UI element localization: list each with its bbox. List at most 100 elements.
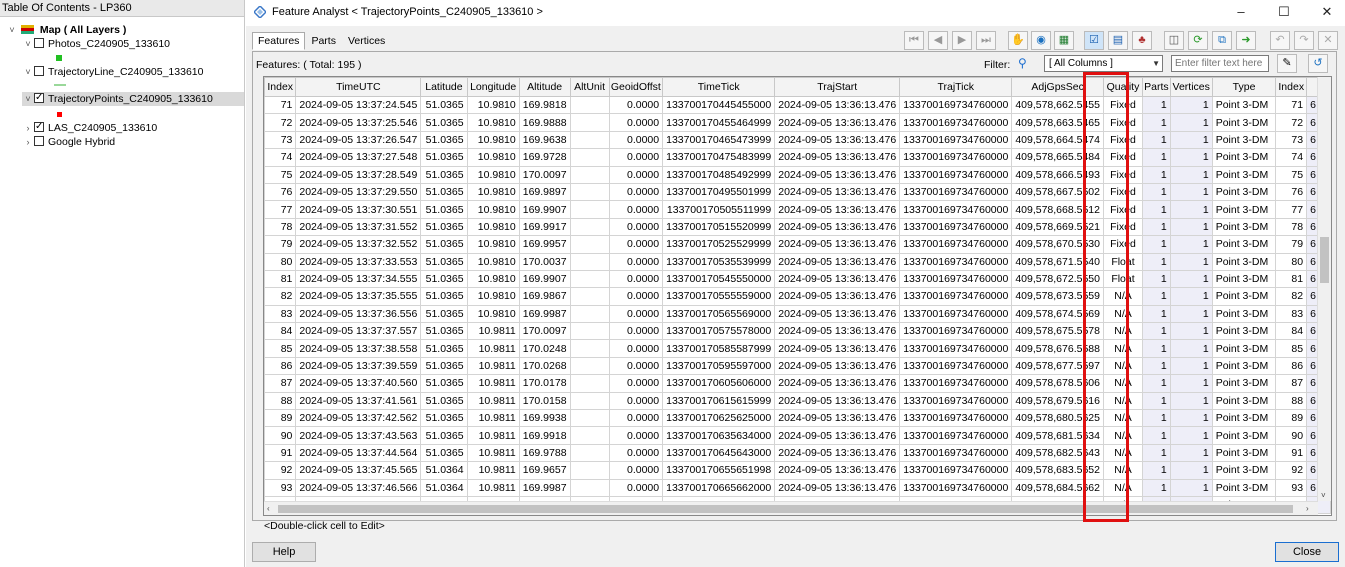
table-cell[interactable]: 2024-09-05 13:36:13.476 <box>774 356 901 376</box>
table-cell[interactable]: 51.0365 <box>420 304 468 324</box>
table-cell[interactable]: 51.0365 <box>420 426 468 445</box>
column-header[interactable]: TrajStart <box>774 77 901 97</box>
table-cell[interactable]: 1 <box>1169 461 1213 480</box>
table-cell[interactable]: 51.0365 <box>420 322 468 341</box>
table-cell[interactable]: 90 <box>1275 426 1308 445</box>
table-cell[interactable]: 409,578,678.5606 <box>1011 374 1104 393</box>
toc-layer-google-hybrid[interactable]: › Google Hybrid <box>22 135 115 149</box>
table-cell[interactable]: 89 <box>264 409 297 428</box>
table-cell[interactable]: 1 <box>1169 130 1213 150</box>
table-row[interactable]: 76 2024-09-05 13:37:29.550 51.0365 10.9810 1… <box>264 182 1331 202</box>
table-row[interactable]: 87 2024-09-05 13:37:40.560 51.0365 10.9811 1… <box>264 374 1331 393</box>
table-cell[interactable]: 0.0000 <box>608 217 664 237</box>
table-cell[interactable]: 133700169734760000 <box>899 461 1013 480</box>
table-cell[interactable]: 1 <box>1142 478 1171 497</box>
table-cell[interactable]: 133700169734760000 <box>899 322 1013 341</box>
table-cell[interactable] <box>569 478 610 497</box>
table-cell[interactable]: 78 <box>264 217 297 237</box>
table-cell[interactable]: Point 3-DM <box>1211 130 1277 150</box>
table-cell[interactable]: 169.9907 <box>518 200 571 219</box>
table-cell[interactable]: 0.0000 <box>608 409 664 428</box>
table-cell[interactable]: 2024-09-05 13:37:40.560 <box>295 374 422 393</box>
scrollbar-thumb[interactable] <box>278 505 1293 513</box>
table-cell[interactable]: 0.0000 <box>608 130 664 150</box>
table-cell[interactable]: 73 <box>264 130 297 150</box>
table-cell[interactable]: 51.0365 <box>420 95 468 115</box>
toc-layer-trajectory-points[interactable]: ˅ TrajectoryPoints_C240905_133610 <box>22 91 244 106</box>
table-cell[interactable]: Fixed <box>1102 235 1144 254</box>
table-cell[interactable] <box>569 356 610 376</box>
table-cell[interactable]: 0.0000 <box>608 426 664 445</box>
table-cell[interactable]: 1 <box>1169 269 1213 289</box>
table-cell[interactable]: 51.0365 <box>420 200 468 219</box>
table-cell[interactable]: 133700169734760000 <box>899 165 1013 184</box>
table-cell[interactable]: 169.9918 <box>518 426 571 445</box>
horizontal-scrollbar[interactable]: ‹ › <box>264 501 1318 515</box>
table-cell[interactable] <box>569 252 610 271</box>
table-cell[interactable]: 133700169734760000 <box>899 217 1013 237</box>
table-cell[interactable]: 0.0000 <box>608 182 664 202</box>
table-cell[interactable]: 1 <box>1142 304 1171 324</box>
table-cell[interactable]: 169.9987 <box>518 304 571 324</box>
table-cell[interactable]: 0.0000 <box>608 443 664 463</box>
table-cell[interactable]: 170.0248 <box>518 339 571 358</box>
copy-icon[interactable]: ⧉ <box>1212 31 1232 50</box>
table-cell[interactable]: 2024-09-05 13:36:13.476 <box>774 235 901 254</box>
table-cell[interactable]: 2024-09-05 13:36:13.476 <box>774 287 901 306</box>
table-cell[interactable]: 2024-09-05 13:36:13.476 <box>774 200 901 219</box>
table-row[interactable]: 82 2024-09-05 13:37:35.555 51.0365 10.9810 1… <box>264 287 1331 306</box>
table-cell[interactable]: 51.0365 <box>420 217 468 237</box>
table-cell[interactable] <box>569 391 610 411</box>
table-cell[interactable]: 0.0000 <box>608 391 664 411</box>
table-cell[interactable]: 2024-09-05 13:37:35.555 <box>295 287 422 306</box>
table-cell[interactable]: Point 3-DM <box>1211 409 1277 428</box>
table-cell[interactable]: 71 <box>264 95 297 115</box>
table-cell[interactable]: 10.9810 <box>466 200 520 219</box>
table-cell[interactable]: 409,578,671.5540 <box>1011 252 1104 271</box>
table-cell[interactable] <box>569 443 610 463</box>
table-cell[interactable]: 2024-09-05 13:36:13.476 <box>774 148 901 167</box>
column-header[interactable]: Longitude <box>466 77 520 97</box>
vertical-scrollbar[interactable]: ˅ <box>1317 77 1331 501</box>
table-cell[interactable]: 169.9867 <box>518 287 571 306</box>
filter-text-input[interactable] <box>1171 55 1269 72</box>
table-cell[interactable]: 74 <box>264 148 297 167</box>
layer-visibility-checkbox[interactable] <box>34 38 44 48</box>
table-cell[interactable]: 2024-09-05 13:36:13.476 <box>774 322 901 341</box>
table-cell[interactable]: Point 3-DM <box>1211 95 1277 115</box>
table-cell[interactable]: 169.9938 <box>518 409 571 428</box>
table-cell[interactable]: 0.0000 <box>608 269 664 289</box>
column-header[interactable]: GeoidOffst <box>608 77 664 97</box>
table-cell[interactable]: 2024-09-05 13:36:13.476 <box>774 478 901 497</box>
table-cell[interactable]: 2024-09-05 13:37:30.551 <box>295 200 422 219</box>
table-cell[interactable]: 86 <box>264 356 297 376</box>
table-cell[interactable]: 77 <box>264 200 297 219</box>
table-cell[interactable]: 169.9818 <box>518 95 571 115</box>
table-cell[interactable]: 92 <box>1275 461 1308 480</box>
table-cell[interactable]: 2024-09-05 13:37:26.547 <box>295 130 422 150</box>
table-cell[interactable]: Point 3-DM <box>1211 356 1277 376</box>
table-cell[interactable]: 409,578,680.5625 <box>1011 409 1104 428</box>
table-cell[interactable]: 72 <box>264 113 297 132</box>
table-cell[interactable]: 133700169734760000 <box>899 304 1013 324</box>
table-cell[interactable]: Point 3-DM <box>1211 287 1277 306</box>
table-cell[interactable]: 84 <box>1275 322 1308 341</box>
collapse-icon[interactable]: ˅ <box>22 92 34 106</box>
table-cell[interactable]: 133700169734760000 <box>899 339 1013 358</box>
table-cell[interactable]: 133700169734760000 <box>899 426 1013 445</box>
table-cell[interactable]: 73 <box>1275 130 1308 150</box>
table-cell[interactable]: 93 <box>1275 478 1308 497</box>
export-icon[interactable]: ➜ <box>1236 31 1256 50</box>
table-cell[interactable] <box>569 339 610 358</box>
table-cell[interactable]: 10.9811 <box>466 443 520 463</box>
layer-visibility-checkbox[interactable] <box>34 120 44 134</box>
table-cell[interactable]: 0.0000 <box>608 252 664 271</box>
table-cell[interactable]: 169.9657 <box>518 461 571 480</box>
table-cell[interactable]: 133700169734760000 <box>899 443 1013 463</box>
table-cell[interactable] <box>569 200 610 219</box>
table-cell[interactable]: Fixed <box>1102 95 1144 115</box>
table-cell[interactable]: 10.9810 <box>466 130 520 150</box>
column-header[interactable]: Altitude <box>518 77 571 97</box>
table-cell[interactable]: 2024-09-05 13:37:38.558 <box>295 339 422 358</box>
table-cell[interactable] <box>569 235 610 254</box>
